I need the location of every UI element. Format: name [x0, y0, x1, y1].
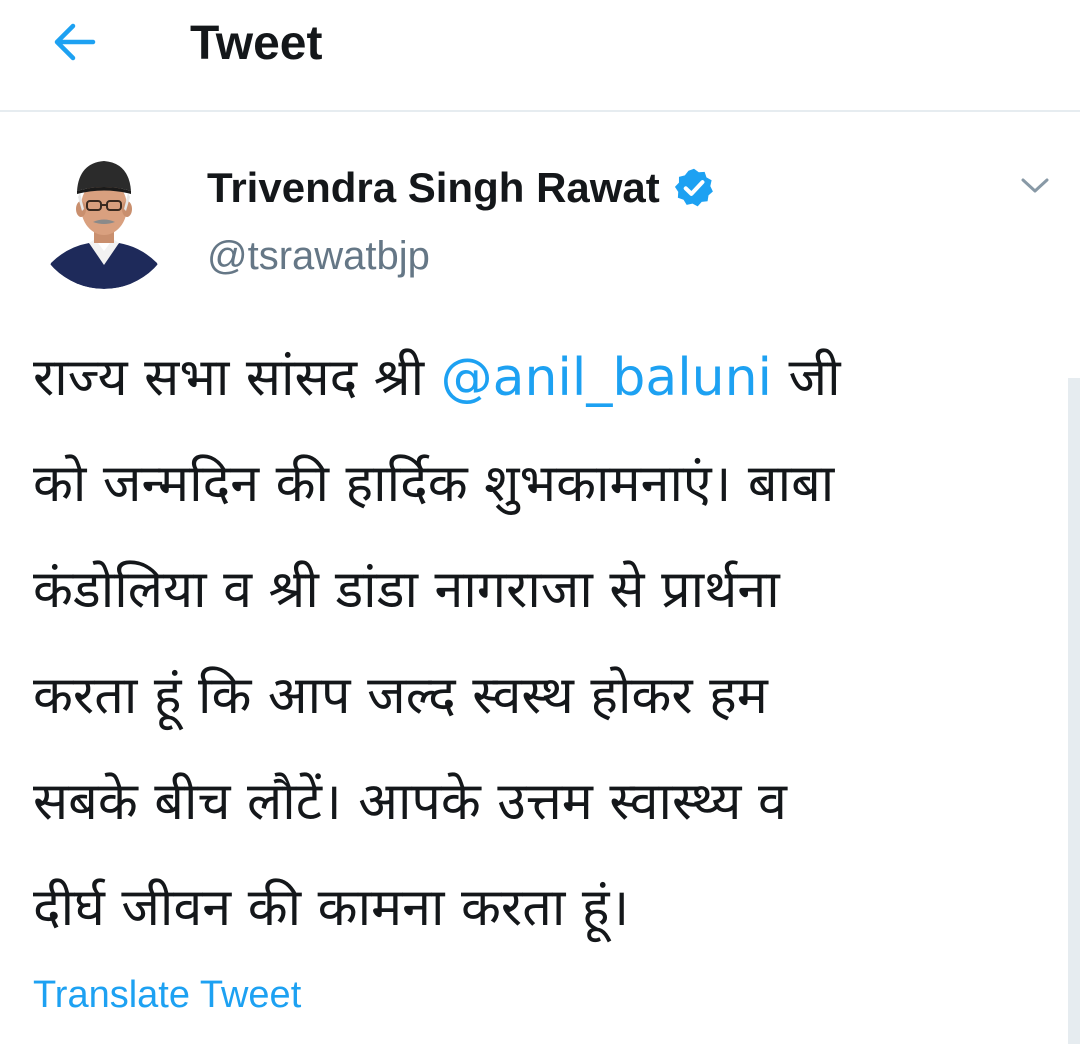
tweet-line: करता हूं कि आप जल्द स्वस्थ होकर हम: [33, 666, 768, 726]
tweet-line: कंडोलिया व श्री डांडा नागराजा से प्रार्थ…: [33, 560, 780, 620]
author-handle[interactable]: @tsrawatbjp: [207, 228, 430, 284]
scrollbar[interactable]: [1068, 378, 1080, 1044]
chevron-down-icon: [1020, 176, 1050, 200]
tweet-text: राज्य सभा सांसद श्री @anil_baluni जी को …: [33, 325, 1033, 961]
back-button[interactable]: [38, 12, 110, 76]
tweet-line: को जन्मदिन की हार्दिक शुभकामनाएं। बाबा: [33, 454, 835, 514]
mention-link[interactable]: @anil_baluni: [441, 348, 772, 408]
author-display-name: Trivendra Singh Rawat: [207, 164, 660, 211]
tweet-line: राज्य सभा सांसद श्री @anil_baluni जी: [33, 348, 841, 408]
top-app-bar: Tweet: [0, 0, 1080, 112]
translate-tweet-link[interactable]: Translate Tweet: [33, 970, 301, 1020]
tweet-options-button[interactable]: [1012, 168, 1058, 208]
author-avatar[interactable]: [33, 147, 175, 289]
author-name-row[interactable]: Trivendra Singh Rawat: [207, 158, 716, 218]
arrow-left-icon: [51, 22, 97, 66]
tweet-line: दीर्घ जीवन की कामना करता हूं।: [33, 878, 630, 938]
tweet-line: सबके बीच लौटें। आपके उत्तम स्वास्थ्य व: [33, 772, 787, 832]
verified-badge-icon: [672, 166, 716, 210]
page-title: Tweet: [190, 17, 323, 70]
